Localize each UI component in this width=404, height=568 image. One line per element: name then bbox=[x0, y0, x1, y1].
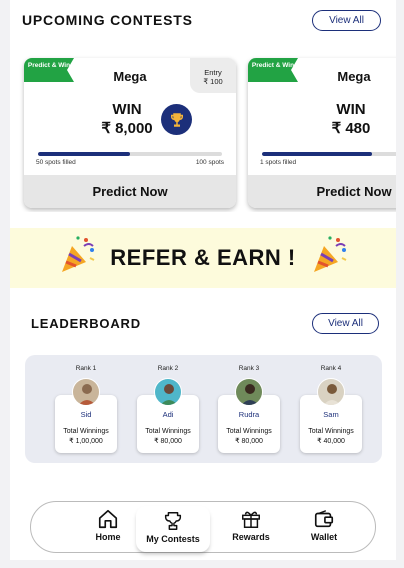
party-popper-icon bbox=[62, 236, 95, 272]
contest-card[interactable]: Predict & Win Mega WIN ₹ 480 1 spots fil… bbox=[248, 58, 396, 208]
leaderboard-entry[interactable]: Rank 4 Sam Total Winnings ₹ 40,000 bbox=[300, 355, 362, 455]
rank-label: Rank 2 bbox=[157, 365, 179, 372]
nav-item-wallet[interactable]: Wallet bbox=[289, 508, 359, 548]
spots-filled: 1 spots filled bbox=[260, 159, 297, 166]
avatar bbox=[317, 378, 345, 406]
home-icon bbox=[98, 509, 118, 529]
leaderboard-entry[interactable]: Rank 3 Rudra Total Winnings ₹ 80,000 bbox=[218, 355, 280, 455]
upcoming-view-all-button[interactable]: View All bbox=[312, 10, 381, 31]
contests-carousel[interactable]: Predict & Win Mega Entry ₹ 100 WIN ₹ 8,0… bbox=[10, 52, 396, 212]
wallet-icon bbox=[314, 510, 334, 528]
total-winnings-label: Total Winnings bbox=[308, 428, 354, 435]
entry-label: Entry bbox=[204, 68, 222, 77]
upcoming-contests-title: UPCOMING CONTESTS bbox=[22, 12, 193, 28]
spots-filled: 50 spots filled bbox=[36, 159, 76, 166]
page: UPCOMING CONTESTS View All Predict & Win… bbox=[10, 0, 396, 560]
winnings-amount: ₹ 80,000 bbox=[235, 438, 263, 445]
leaderboard-view-all-button[interactable]: View All bbox=[312, 313, 379, 334]
winnings-amount: ₹ 40,000 bbox=[317, 438, 345, 445]
player-name: Sam bbox=[323, 410, 339, 419]
prize-amount: ₹ 480 bbox=[331, 120, 371, 137]
nav-label-my-contests: My Contests bbox=[146, 534, 200, 544]
entry-fee: ₹ 100 bbox=[203, 77, 223, 86]
refer-earn-banner[interactable]: REFER & EARN ! bbox=[10, 228, 396, 288]
nav-item-home[interactable]: Home bbox=[73, 508, 143, 548]
avatar bbox=[72, 378, 100, 406]
total-winnings-label: Total Winnings bbox=[145, 428, 191, 435]
trophy-icon bbox=[161, 104, 192, 135]
bottom-nav: Home My Contests Rewards Wallet bbox=[30, 501, 376, 553]
predict-now-button[interactable]: Predict Now bbox=[24, 175, 236, 208]
player-name: Rudra bbox=[238, 410, 260, 419]
spots-progress-bar bbox=[262, 152, 396, 156]
refer-earn-text: REFER & EARN ! bbox=[110, 245, 296, 270]
leaderboard-entry[interactable]: Rank 1 Sid Total Winnings ₹ 1,00,000 bbox=[55, 355, 117, 455]
avatar bbox=[154, 378, 182, 406]
leaderboard-entry[interactable]: Rank 2 Adi Total Winnings ₹ 80,000 bbox=[137, 355, 199, 455]
player-name: Sid bbox=[80, 410, 92, 419]
win-label: WIN bbox=[336, 101, 366, 118]
nav-item-my-contests[interactable]: My Contests bbox=[138, 510, 208, 550]
avatar bbox=[235, 378, 263, 406]
trophy-icon bbox=[164, 512, 182, 530]
contest-name: Mega bbox=[337, 69, 371, 84]
spots-progress-bar bbox=[38, 152, 222, 156]
rank-label: Rank 1 bbox=[75, 365, 97, 372]
contest-card[interactable]: Predict & Win Mega Entry ₹ 100 WIN ₹ 8,0… bbox=[24, 58, 236, 208]
total-spots: 100 spots bbox=[195, 159, 224, 166]
player-name: Adi bbox=[162, 410, 174, 419]
nav-label-rewards: Rewards bbox=[232, 532, 270, 542]
spots-progress-fill bbox=[38, 152, 130, 156]
total-winnings-label: Total Winnings bbox=[226, 428, 272, 435]
nav-label-wallet: Wallet bbox=[310, 532, 338, 542]
spots-progress-fill bbox=[262, 152, 373, 156]
leaderboard-title: LEADERBOARD bbox=[31, 316, 141, 331]
winnings-amount: ₹ 80,000 bbox=[154, 438, 182, 445]
winnings-amount: ₹ 1,00,000 bbox=[69, 438, 103, 445]
leaderboard-panel: Rank 1 Sid Total Winnings ₹ 1,00,000 Ran… bbox=[25, 355, 382, 463]
rank-label: Rank 4 bbox=[320, 365, 342, 372]
rank-label: Rank 3 bbox=[238, 365, 260, 372]
gift-icon bbox=[242, 511, 260, 528]
entry-fee-box: Entry ₹ 100 bbox=[190, 58, 236, 93]
nav-item-rewards[interactable]: Rewards bbox=[216, 508, 286, 548]
total-winnings-label: Total Winnings bbox=[63, 428, 109, 435]
party-popper-icon bbox=[314, 236, 347, 272]
nav-label-home: Home bbox=[95, 532, 121, 542]
predict-now-button[interactable]: Predict Now bbox=[248, 175, 396, 208]
